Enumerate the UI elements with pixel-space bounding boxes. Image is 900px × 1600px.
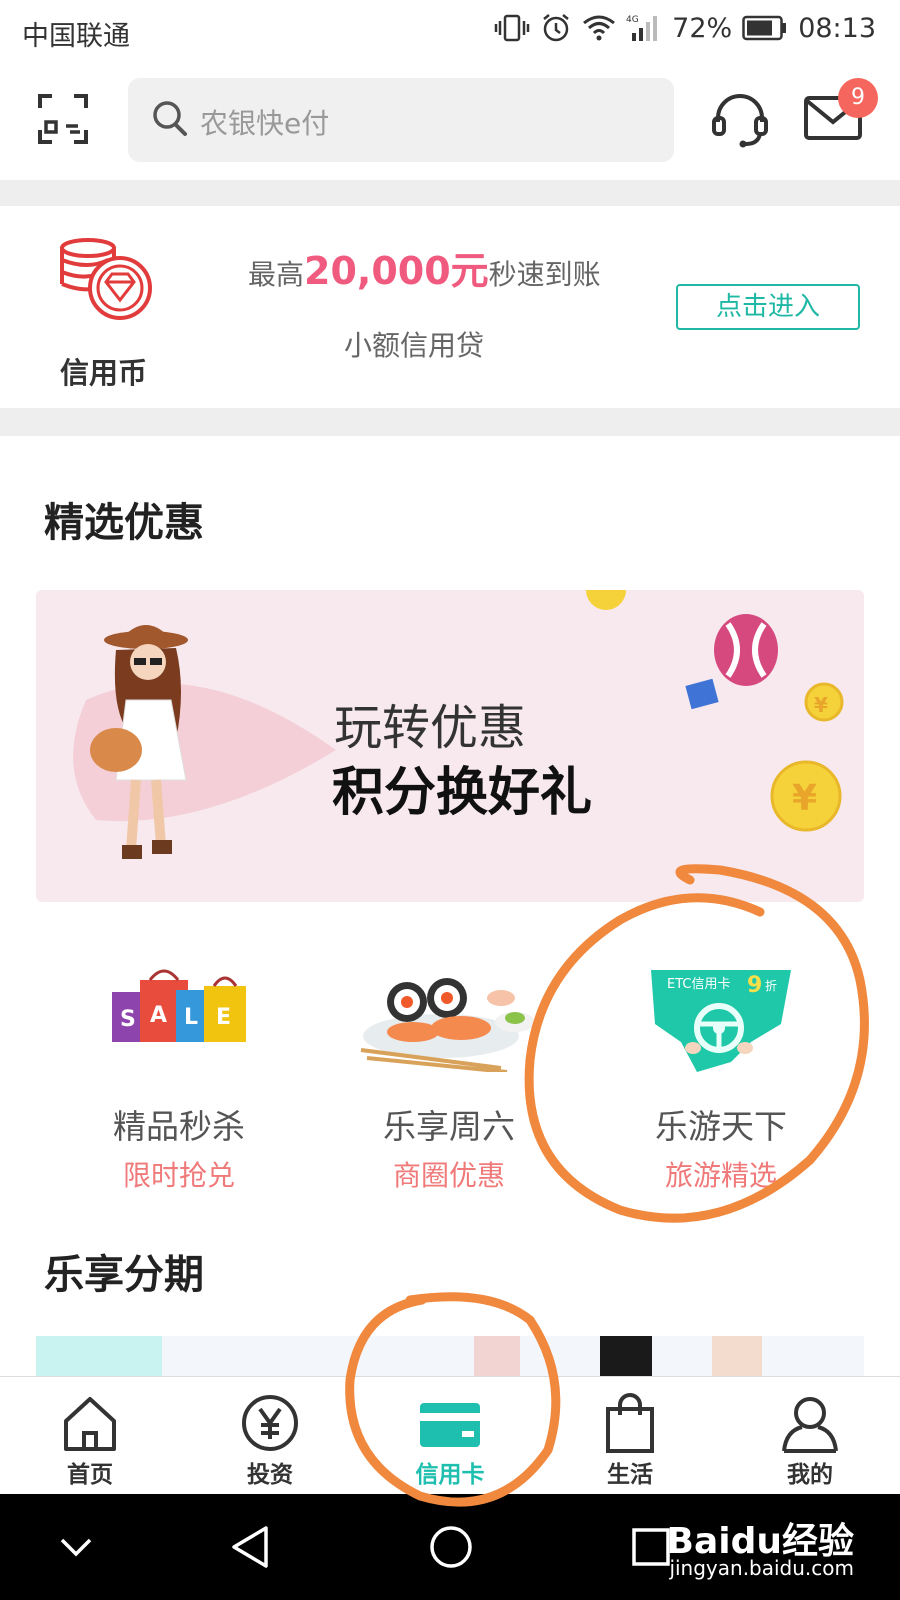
enter-button[interactable]: 点击进入	[676, 284, 860, 330]
alarm-icon	[543, 14, 569, 42]
scan-icon[interactable]	[38, 94, 88, 144]
tab-home[interactable]: 首页	[0, 1377, 180, 1494]
promo-banner[interactable]: ¥ ¥ 玩转优惠 积分换好礼	[36, 590, 864, 902]
back-icon[interactable]	[228, 1522, 272, 1572]
divider	[0, 408, 900, 436]
category-name: 乐游天下	[655, 1107, 787, 1146]
category-name: 精品秒杀	[113, 1107, 245, 1146]
svg-text:4G: 4G	[626, 15, 639, 25]
tab-label: 信用卡	[415, 1462, 485, 1488]
clock: 08:13	[798, 12, 876, 44]
search-placeholder: 农银快e付	[200, 107, 330, 140]
customer-service-icon[interactable]	[710, 90, 770, 150]
tab-invest[interactable]: 投资	[180, 1377, 360, 1494]
wifi-icon	[583, 15, 616, 41]
svg-text:A: A	[150, 1003, 167, 1028]
etc-card-icon: ETC信用卡 9 折	[651, 970, 791, 1072]
coin-subtitle: 小额信用贷	[344, 329, 485, 362]
category-sub: 商圈优惠	[392, 1159, 505, 1192]
user-icon	[782, 1397, 838, 1453]
svg-text:¥: ¥	[814, 693, 828, 717]
unread-badge: 9	[838, 78, 878, 118]
status-bar: 中国联通 4G 72% 08:13	[0, 0, 900, 64]
coin-diamond-icon	[60, 238, 152, 320]
svg-text:E: E	[216, 1005, 231, 1030]
shopping-bags-icon: S A L E	[112, 969, 246, 1042]
app-screen: 中国联通 4G 72% 08:13 农银快e付 9 信用币 最高20,000元秒…	[0, 0, 900, 1600]
product-thumbnails	[36, 1336, 762, 1378]
promo-suffix: 秒速到账	[488, 258, 601, 291]
section-title-featured: 精选优惠	[44, 500, 204, 546]
search-input[interactable]: 农银快e付	[128, 78, 674, 162]
svg-text:折: 折	[765, 978, 777, 993]
category-travel[interactable]: ETC信用卡 9 折 乐游天下 旅游精选	[586, 950, 856, 1200]
top-header: 农银快e付 9	[0, 64, 900, 180]
tab-label: 我的	[787, 1462, 833, 1488]
vibrate-icon	[494, 14, 530, 42]
tab-mine[interactable]: 我的	[720, 1377, 900, 1494]
banner-line1: 玩转优惠	[334, 700, 527, 756]
category-sub: 限时抢兑	[122, 1159, 235, 1192]
banner-line2: 积分换好礼	[332, 763, 593, 823]
home-circle-icon[interactable]	[428, 1522, 474, 1572]
category-name: 乐享周六	[383, 1107, 515, 1146]
bottom-tab-bar: 首页 投资 信用卡 生活 我的	[0, 1376, 900, 1494]
tab-label: 首页	[67, 1462, 113, 1488]
svg-text:L: L	[184, 1005, 198, 1030]
installments-banner-preview[interactable]	[36, 1336, 864, 1378]
tab-credit-card[interactable]: 信用卡	[360, 1377, 540, 1494]
battery-icon	[742, 15, 787, 41]
promo-prefix: 最高	[248, 258, 305, 291]
svg-text:S: S	[120, 1007, 136, 1032]
credit-coin-card[interactable]: 信用币 最高20,000元秒速到账 小额信用贷 点击进入	[0, 206, 900, 408]
coin-promo: 最高20,000元秒速到账	[248, 240, 601, 295]
sushi-icon	[360, 978, 535, 1072]
section-title-installments: 乐享分期	[44, 1252, 204, 1298]
svg-text:¥: ¥	[792, 778, 817, 819]
shopping-bag-icon	[606, 1393, 654, 1453]
promo-amount: 20,000元	[304, 249, 489, 293]
home-icon	[64, 1397, 116, 1451]
status-icons: 4G 72% 08:13	[494, 12, 876, 44]
tab-label: 投资	[247, 1462, 293, 1488]
svg-text:9: 9	[747, 973, 762, 998]
chevron-down-icon[interactable]	[58, 1522, 94, 1572]
system-nav-bar: Baidu经验 jingyan.baidu.com	[0, 1494, 900, 1600]
credit-card-icon	[420, 1403, 480, 1447]
search-icon	[153, 101, 187, 136]
tab-life[interactable]: 生活	[540, 1377, 720, 1494]
category-flash-sale[interactable]: S A L E 精品秒杀 限时抢兑	[44, 950, 314, 1200]
battery-percent: 72%	[672, 12, 733, 44]
yen-icon	[242, 1395, 298, 1451]
carrier-name: 中国联通	[22, 21, 130, 52]
svg-text:ETC信用卡: ETC信用卡	[667, 977, 730, 992]
signal-icon: 4G	[626, 15, 658, 41]
category-sub: 旅游精选	[664, 1159, 777, 1192]
coin-label: 信用币	[60, 356, 148, 390]
watermark-url: jingyan.baidu.com	[669, 1556, 854, 1580]
divider	[0, 180, 900, 206]
tab-label: 生活	[607, 1462, 653, 1488]
category-saturday[interactable]: 乐享周六 商圈优惠	[314, 950, 584, 1200]
